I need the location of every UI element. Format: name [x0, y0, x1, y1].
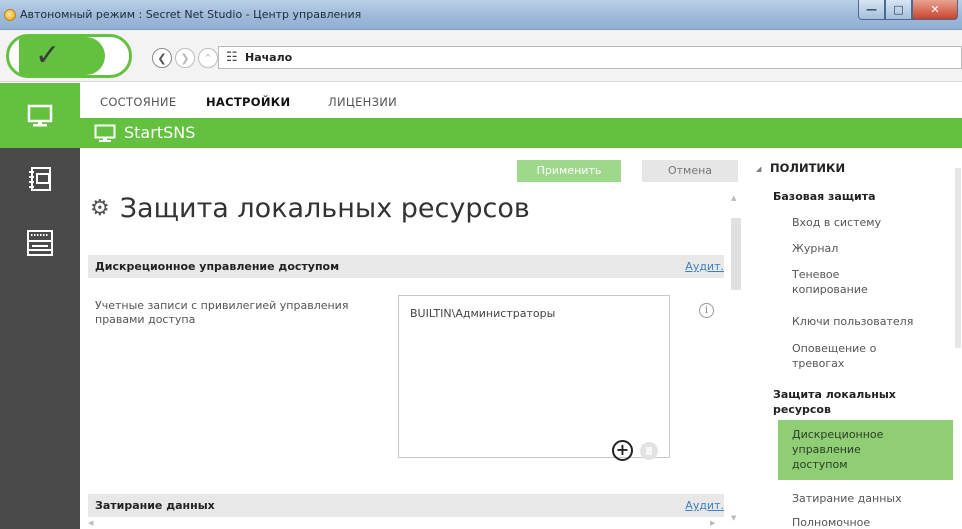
up-arrow-icon: ⌃ — [203, 51, 213, 65]
gears-icon: ⚙ — [90, 196, 110, 221]
app-icon — [4, 9, 16, 21]
tab-licenses[interactable]: ЛИЦЕНЗИИ — [328, 95, 397, 109]
cancel-button[interactable]: Отмена — [642, 160, 738, 182]
audit-link[interactable]: Аудит. — [685, 260, 724, 273]
apply-button[interactable]: Применить — [517, 160, 621, 182]
section-data-wipe: Затирание данных Аудит. — [88, 494, 724, 517]
address-text: Начало — [245, 51, 293, 64]
minimize-button[interactable]: — — [858, 0, 885, 20]
close-button[interactable]: ✕ — [912, 0, 958, 20]
check-icon: ✓ — [35, 38, 61, 73]
maximize-button[interactable]: □ — [885, 0, 912, 20]
section-title: Затирание данных — [95, 499, 215, 512]
rail-item-settings[interactable] — [0, 218, 80, 268]
page-title: Защита локальных ресурсов — [119, 193, 530, 224]
tree-item-alerts[interactable]: Оповещение о тревогах — [792, 341, 912, 371]
apply-all-button[interactable]: ✓ — [6, 34, 132, 78]
address-bar[interactable]: ☷ Начало — [218, 46, 962, 69]
remove-account-button[interactable] — [640, 442, 658, 460]
tree-item-data-wipe[interactable]: Затирание данных — [792, 491, 902, 506]
tab-status[interactable]: СОСТОЯНИЕ — [100, 95, 176, 109]
scroll-thumb[interactable] — [731, 218, 741, 290]
tree-item-shadow-copy[interactable]: Теневое копирование — [792, 267, 912, 297]
toolbar: ✓ ❮ ❯ ⌃ ☷ Начало — [0, 30, 962, 82]
computer-icon — [94, 124, 116, 142]
forward-button[interactable]: ❯ — [175, 48, 195, 68]
section-title: Дискреционное управление доступом — [95, 260, 340, 273]
forward-arrow-icon: ❯ — [180, 51, 190, 65]
accounts-list[interactable]: BUILTIN\Администраторы — [398, 295, 670, 458]
content-scrollbar[interactable]: ▲ ▼ — [728, 188, 742, 529]
tab-bar: СОСТОЯНИЕ НАСТРОЙКИ ЛИЦЕНЗИИ — [80, 83, 962, 118]
policy-tree: ◢ ПОЛИТИКИ Базовая защита Вход в систему… — [748, 148, 962, 529]
back-arrow-icon: ❮ — [157, 51, 167, 65]
tree-item-user-keys[interactable]: Ключи пользователя — [792, 314, 913, 329]
tree-root[interactable]: ПОЛИТИКИ — [770, 161, 845, 176]
rail-item-computer[interactable] — [0, 83, 80, 148]
monitor-icon — [27, 104, 53, 126]
network-icon: ☷ — [226, 50, 238, 65]
scroll-up-icon[interactable]: ▲ — [731, 194, 736, 202]
window-title: Автономный режим : Secret Net Studio - Ц… — [20, 8, 362, 21]
scroll-left-icon[interactable]: ◀ — [88, 519, 93, 527]
tree-group-basic[interactable]: Базовая защита — [773, 189, 876, 204]
tree-item-login[interactable]: Вход в систему — [792, 215, 881, 230]
info-icon[interactable]: i — [699, 303, 714, 318]
tree-item-mandatory[interactable]: Полномочное — [792, 515, 870, 529]
apply-all-accent — [19, 37, 105, 75]
list-item[interactable]: BUILTIN\Администраторы — [410, 307, 555, 320]
tree-group-local-resources[interactable]: Защита локальных ресурсов — [773, 387, 923, 417]
tree-scroll-thumb[interactable] — [955, 168, 961, 348]
audit-link[interactable]: Аудит. — [685, 499, 724, 512]
section-discretionary: Дискреционное управление доступом Аудит. — [88, 255, 724, 278]
accounts-label: Учетные записи с привилегией управления … — [95, 299, 349, 326]
title-bar: Автономный режим : Secret Net Studio - Ц… — [0, 0, 962, 30]
device-icon — [27, 230, 53, 256]
window-controls: — □ ✕ — [858, 0, 958, 20]
tree-item-journal[interactable]: Журнал — [792, 241, 838, 256]
rail-item-journal[interactable] — [0, 155, 80, 205]
tab-settings[interactable]: НАСТРОЙКИ — [206, 95, 290, 109]
up-button[interactable]: ⌃ — [198, 48, 218, 68]
left-rail — [0, 83, 80, 529]
tree-scrollbar[interactable] — [953, 148, 962, 529]
scroll-down-icon[interactable]: ▼ — [731, 514, 736, 522]
add-account-button[interactable]: + — [612, 440, 633, 461]
object-title: StartSNS — [124, 123, 196, 142]
scroll-right-icon[interactable]: ▶ — [710, 519, 715, 527]
collapse-icon[interactable]: ◢ — [756, 165, 761, 173]
back-button[interactable]: ❮ — [152, 48, 172, 68]
content-panel: Применить Отмена ⚙ Защита локальных ресу… — [80, 148, 743, 529]
object-header: StartSNS — [80, 118, 962, 148]
tree-item-discretionary[interactable]: Дискреционное управление доступом — [792, 427, 917, 472]
log-icon — [29, 167, 51, 191]
page-heading: ⚙ Защита локальных ресурсов — [90, 193, 530, 224]
